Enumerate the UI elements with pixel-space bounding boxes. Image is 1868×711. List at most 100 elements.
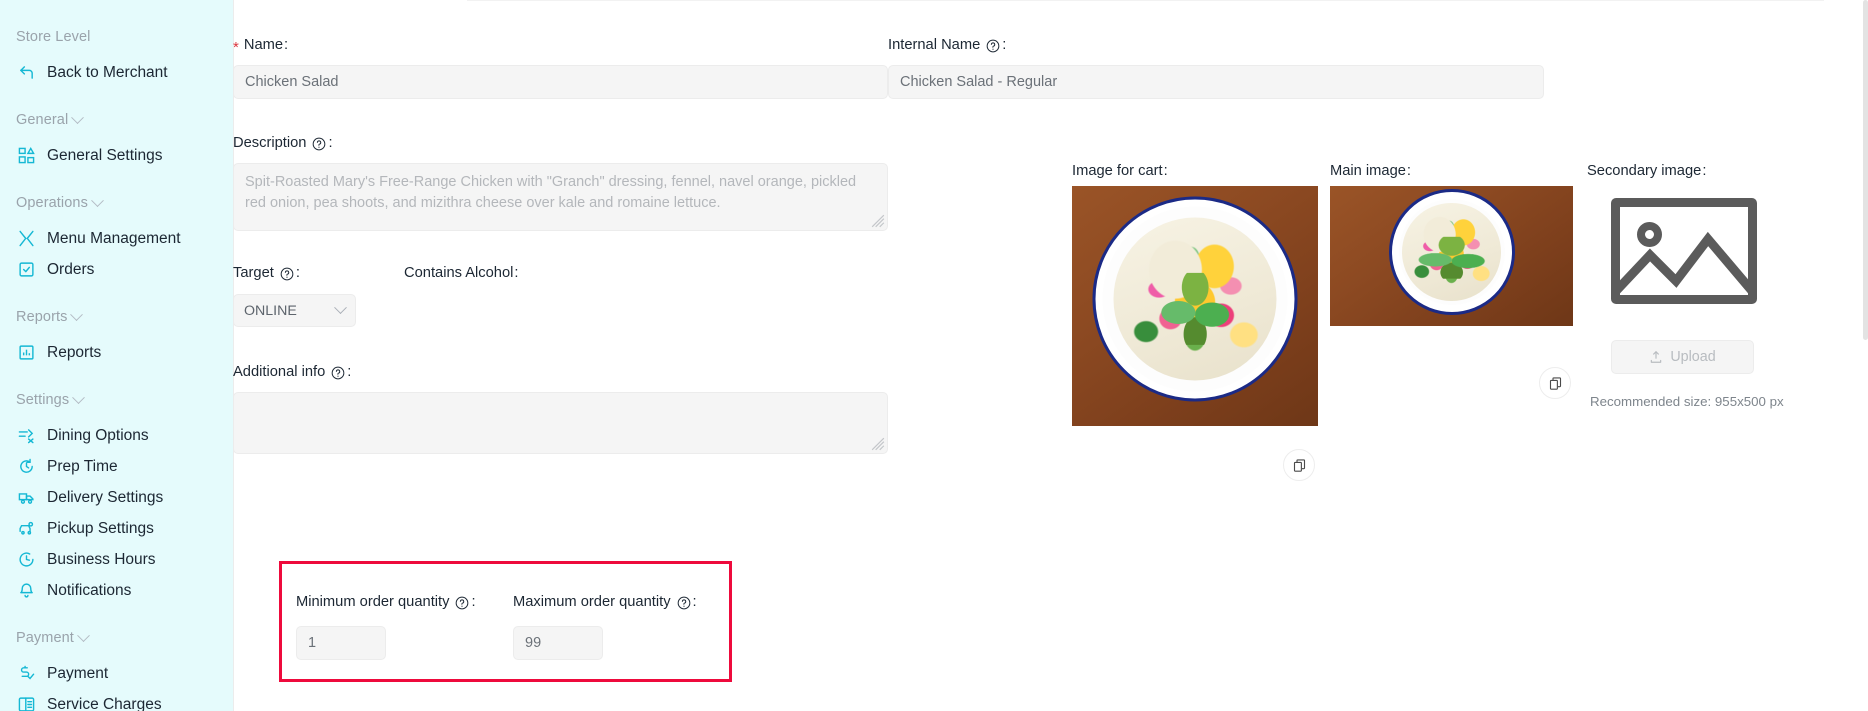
main-image-label-colon: : xyxy=(1406,163,1412,179)
top-divider xyxy=(467,0,1824,1)
business-hours-clock-icon xyxy=(17,550,36,569)
chevron-down-icon xyxy=(77,628,90,642)
resize-grip-icon[interactable] xyxy=(871,214,885,228)
sidebar-group-label: Reports xyxy=(16,309,68,325)
sidebar-item-general-settings[interactable]: General Settings xyxy=(0,140,233,171)
description-label-text: Description xyxy=(233,135,307,151)
name-input[interactable]: Chicken Salad xyxy=(233,65,888,99)
image-for-cart-label: Image for cart : xyxy=(1072,161,1168,181)
sidebar-item-delivery-settings[interactable]: Delivery Settings xyxy=(0,482,233,513)
additional-info-label: Additional info : xyxy=(233,362,351,382)
chevron-down-icon xyxy=(71,110,85,124)
target-label-colon: : xyxy=(295,265,300,281)
sidebar-group-settings[interactable]: Settings xyxy=(0,389,233,411)
sidebar-item-prep-time[interactable]: Prep Time xyxy=(0,451,233,482)
minimum-order-quantity-label-text: Minimum order quantity xyxy=(296,594,450,610)
internal-name-label: Internal Name : xyxy=(888,35,1006,55)
image-for-cart-copy-button[interactable] xyxy=(1283,449,1315,481)
fork-knife-icon xyxy=(17,229,36,248)
sidebar-group-operations[interactable]: Operations xyxy=(0,192,233,214)
name-label: * Name : xyxy=(233,35,288,55)
sidebar-item-reports[interactable]: Reports xyxy=(0,337,233,368)
copy-icon xyxy=(1549,376,1561,390)
upload-button[interactable]: Upload xyxy=(1611,340,1754,374)
resize-grip-icon[interactable] xyxy=(871,437,885,451)
image-for-cart-label-colon: : xyxy=(1163,163,1168,179)
contains-alcohol-label-text: Contains Alcohol xyxy=(404,265,514,281)
scrollbar-track[interactable] xyxy=(1863,0,1868,711)
minimum-order-quantity-label: Minimum order quantity : xyxy=(296,592,476,612)
upload-button-label: Upload xyxy=(1670,349,1716,365)
target-select-value: ONLINE xyxy=(244,302,297,319)
sidebar-group-label: Operations xyxy=(16,195,88,211)
sidebar-item-notifications[interactable]: Notifications xyxy=(0,575,233,606)
maximum-order-quantity-label-colon: : xyxy=(692,594,697,610)
sidebar-group-reports[interactable]: Reports xyxy=(0,306,233,328)
description-textarea[interactable]: Spit-Roasted Mary's Free-Range Chicken w… xyxy=(233,163,888,231)
name-label-colon: : xyxy=(284,37,289,53)
target-select[interactable]: ONLINE xyxy=(233,294,356,327)
description-textarea-value: Spit-Roasted Mary's Free-Range Chicken w… xyxy=(245,174,857,211)
sidebar-item-payment[interactable]: Payment xyxy=(0,658,233,689)
sidebar-item-pickup-settings[interactable]: Pickup Settings xyxy=(0,513,233,544)
sidebar-item-label: Business Hours xyxy=(47,550,156,568)
sidebar-item-service-charges[interactable]: Service Charges xyxy=(0,689,233,711)
sidebar-item-back-to-merchant[interactable]: Back to Merchant xyxy=(0,57,233,88)
sidebar-group-payment[interactable]: Payment xyxy=(0,627,233,649)
sidebar-group-general[interactable]: General xyxy=(0,109,233,131)
maximum-order-quantity-label-text: Maximum order quantity xyxy=(513,594,671,610)
sidebar-item-label: Delivery Settings xyxy=(47,488,164,506)
app-root: Store Level Back to Merchant General Gen… xyxy=(0,0,1868,711)
sidebar-item-orders[interactable]: Orders xyxy=(0,254,233,285)
question-circle-icon[interactable] xyxy=(280,267,294,281)
question-circle-icon[interactable] xyxy=(312,137,326,151)
main-image-copy-button[interactable] xyxy=(1539,367,1571,399)
sidebar-item-dining-options[interactable]: Dining Options xyxy=(0,420,233,451)
sidebar-group-label: Store Level xyxy=(16,29,91,45)
clipboard-check-icon xyxy=(17,260,36,279)
image-for-cart-preview[interactable] xyxy=(1072,186,1318,426)
chevron-down-icon xyxy=(70,307,84,321)
question-circle-icon[interactable] xyxy=(986,39,1000,53)
sidebar-item-label: Notifications xyxy=(47,581,132,599)
minimum-order-quantity-label-colon: : xyxy=(471,594,476,610)
back-arrow-icon xyxy=(17,63,36,82)
secondary-image-label: Secondary image : xyxy=(1587,161,1706,181)
sidebar-item-label: Reports xyxy=(47,343,102,361)
minimum-order-quantity-input[interactable]: 1 xyxy=(296,626,386,660)
scrollbar-thumb[interactable] xyxy=(1863,0,1868,340)
image-for-cart-label-text: Image for cart xyxy=(1072,163,1163,179)
dining-options-icon xyxy=(17,426,36,445)
bell-icon xyxy=(17,581,36,600)
grid-squares-icon xyxy=(17,146,36,165)
service-charges-icon xyxy=(17,695,36,711)
internal-name-label-text: Internal Name xyxy=(888,37,981,53)
sidebar-item-business-hours[interactable]: Business Hours xyxy=(0,544,233,575)
contains-alcohol-label-colon: : xyxy=(514,265,519,281)
additional-info-label-colon: : xyxy=(347,364,352,380)
internal-name-input[interactable]: Chicken Salad - Regular xyxy=(888,65,1544,99)
sidebar-group-store-level: Store Level xyxy=(0,26,233,48)
contains-alcohol-label: Contains Alcohol : xyxy=(404,263,519,283)
name-label-text: Name xyxy=(243,37,284,53)
name-input-value: Chicken Salad xyxy=(245,74,339,90)
maximum-order-quantity-input[interactable]: 99 xyxy=(513,626,603,660)
additional-info-textarea[interactable] xyxy=(233,392,888,454)
sidebar-item-label: Payment xyxy=(47,664,109,682)
order-quantity-highlight-box xyxy=(279,561,732,682)
sidebar-item-menu-management[interactable]: Menu Management xyxy=(0,223,233,254)
chevron-down-icon xyxy=(91,193,104,207)
dollar-check-icon xyxy=(17,664,36,683)
main-image-preview[interactable] xyxy=(1330,186,1573,326)
bar-chart-icon xyxy=(17,343,36,362)
sidebar-item-label: Menu Management xyxy=(47,229,181,247)
sidebar-item-label: Dining Options xyxy=(47,426,149,444)
main-image-label: Main image : xyxy=(1330,161,1411,181)
question-circle-icon[interactable] xyxy=(677,596,691,610)
question-circle-icon[interactable] xyxy=(331,366,345,380)
required-marker: * xyxy=(233,38,239,56)
question-circle-icon[interactable] xyxy=(455,596,469,610)
upload-icon xyxy=(1651,351,1662,363)
secondary-image-label-colon: : xyxy=(1702,163,1707,179)
target-label: Target : xyxy=(233,263,300,283)
